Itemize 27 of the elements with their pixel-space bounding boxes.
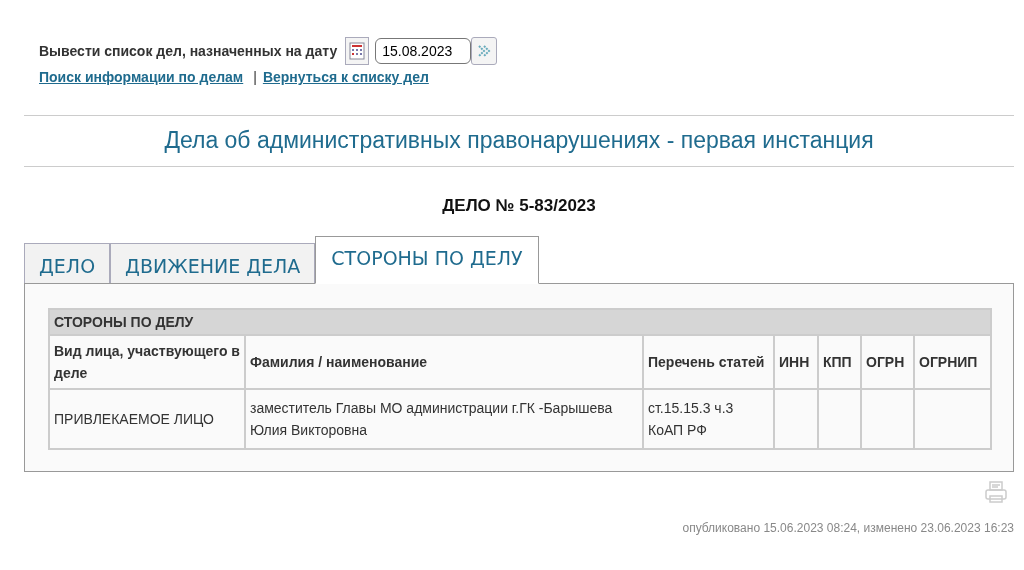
go-button[interactable] [471,37,498,65]
table-cell: заместитель Главы МО администрации г.ГК -Барышева Юлия Викторовна [245,389,643,449]
search-link[interactable]: Поиск информации по делам [39,69,244,85]
publication-info: опубликовано 15.06.2023 08:24, изменено 23.06.2023 16:23 [681,521,1014,535]
tab[interactable]: СТОРОНЫ ПО ДЕЛУ [315,236,539,284]
column-header: Вид лица, участвующего в деле [49,335,245,389]
calendar-button[interactable] [345,37,370,65]
print-icon[interactable] [984,480,1008,504]
date-field[interactable]: 15.08.2023 [375,38,472,64]
back-link[interactable]: Вернуться к списку дел [262,69,429,85]
column-header: Перечень статей [643,335,774,389]
column-header: ИНН [774,335,818,389]
page-heading: Дела об административных правонарушениях - первая инстанция [24,115,1014,167]
table-caption: СТОРОНЫ ПО ДЕЛУ [49,309,991,335]
column-header: ОГРНИП [914,335,991,389]
column-header: ОГРН [861,335,914,389]
tab[interactable]: ДВИЖЕНИЕ ДЕЛА [110,243,316,283]
table-cell: ст.15.15.3 ч.3 КоАП РФ [643,389,774,449]
tab[interactable]: ДЕЛО [24,243,111,283]
column-header: КПП [818,335,861,389]
link-separator: | [253,69,257,85]
date-filter-label: Вывести список дел, назначенных на дату [39,43,338,59]
calendar-icon [349,42,366,60]
case-number: ДЕЛО № 5-83/2023 [441,196,597,217]
column-header: Фамилия / наименование [245,335,643,389]
table-cell: ПРИВЛЕКАЕМОЕ ЛИЦО [49,389,245,449]
double-chevron-icon [477,44,492,58]
